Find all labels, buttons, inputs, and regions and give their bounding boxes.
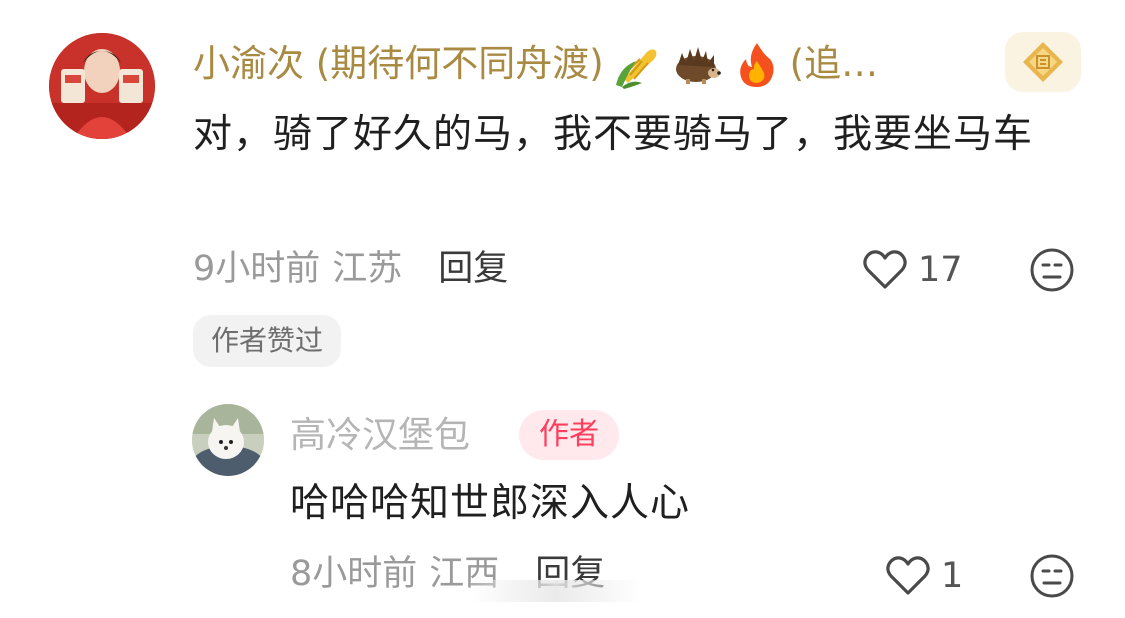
reply-username[interactable]: 高冷汉堡包 bbox=[290, 410, 470, 462]
neutral-face-icon[interactable] bbox=[1028, 246, 1076, 294]
comment-location: 江苏 bbox=[332, 249, 403, 289]
comment-meta: 9小时前 江苏 回复 bbox=[193, 243, 508, 295]
comment-text: 对，骑了好久的马，我不要骑马了，我要坐马车 bbox=[193, 112, 1034, 157]
reply-like-count: 1 bbox=[941, 556, 964, 596]
reply-like-button[interactable]: 1 bbox=[885, 552, 963, 600]
fan-badge[interactable] bbox=[1005, 32, 1081, 92]
reply-time: 8小时前 bbox=[290, 554, 418, 594]
like-button[interactable]: 17 bbox=[862, 246, 963, 294]
avatar[interactable] bbox=[49, 33, 155, 139]
reply-button[interactable]: 回复 bbox=[438, 243, 508, 295]
username-suffix[interactable]: (追… bbox=[790, 38, 878, 90]
reply-avatar[interactable] bbox=[192, 404, 264, 476]
hedgehog-icon bbox=[670, 38, 724, 90]
fire-icon bbox=[730, 38, 784, 90]
reply-text: 哈哈哈知世郎深入人心 bbox=[290, 481, 691, 526]
heart-icon[interactable] bbox=[862, 249, 908, 291]
diamond-badge-icon bbox=[1023, 42, 1063, 82]
heart-icon[interactable] bbox=[885, 555, 931, 597]
watermark-overlay bbox=[470, 580, 642, 602]
author-tag-badge: 作者 bbox=[519, 410, 619, 460]
comment-thread: 小渝次 (期待何不同舟渡) (追… 对，骑了好久的马，我不要骑马了，我要坐马车 … bbox=[0, 0, 1125, 618]
comment-username[interactable]: 小渝次 (期待何不同舟渡) (追… bbox=[193, 38, 993, 90]
username-text[interactable]: 小渝次 (期待何不同舟渡) bbox=[193, 38, 604, 90]
dislike-button[interactable] bbox=[1028, 246, 1076, 294]
neutral-face-icon[interactable] bbox=[1028, 552, 1076, 600]
corn-icon bbox=[610, 38, 664, 90]
reply-dislike-button[interactable] bbox=[1028, 552, 1076, 600]
comment-time: 9小时前 bbox=[193, 249, 321, 289]
author-liked-badge: 作者赞过 bbox=[193, 315, 342, 367]
like-count: 17 bbox=[918, 250, 963, 290]
